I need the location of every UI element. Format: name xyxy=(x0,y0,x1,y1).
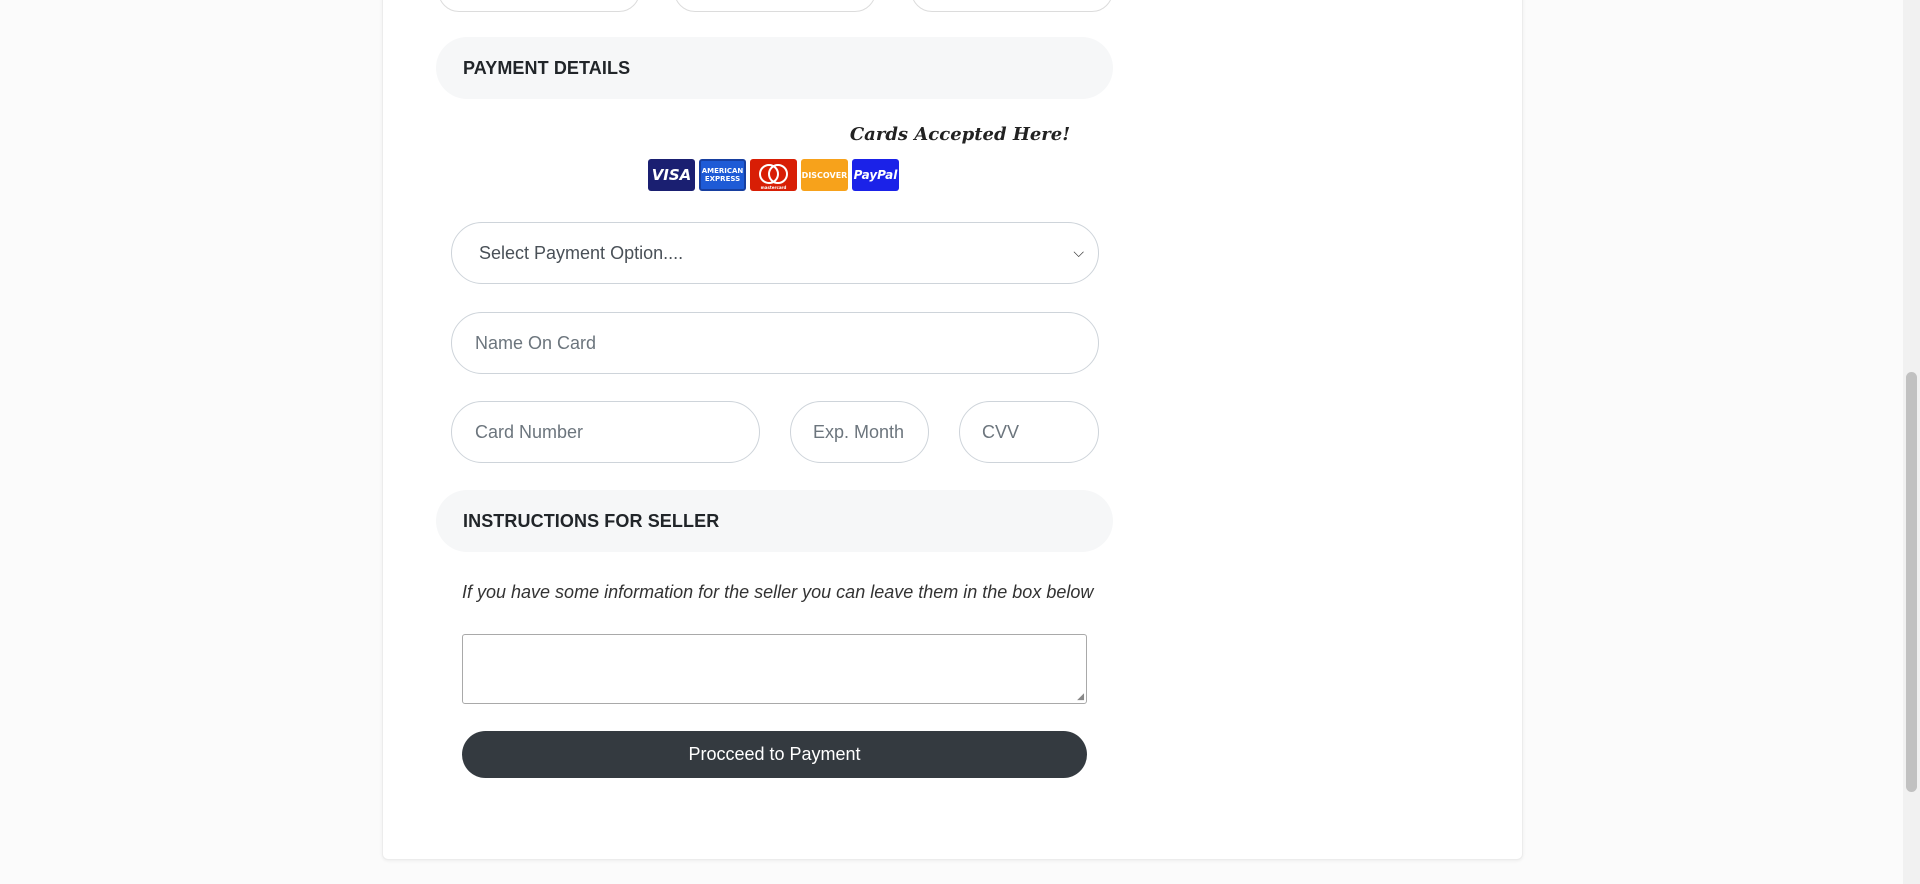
card-number-placeholder: Card Number xyxy=(475,421,584,442)
name-on-card-placeholder: Name On Card xyxy=(475,332,597,353)
proceed-to-payment-button[interactable]: Procceed to Payment xyxy=(462,731,1087,778)
seller-instructions-info: If you have some information for the sel… xyxy=(462,582,1094,602)
exp-month-input[interactable]: Exp. Month xyxy=(790,401,929,463)
mastercard-logo: mastercard xyxy=(750,159,797,191)
cards-accepted-title: Cards Accepted Here! xyxy=(849,124,1071,145)
scrollbar-thumb[interactable] xyxy=(1906,372,1917,792)
seller-instructions-textarea[interactable]: ◢ xyxy=(462,634,1087,704)
cvv-input[interactable]: CVV xyxy=(959,401,1099,463)
card-logos: VISA AMERICAN EXPRESS mastercard DISCOVE… xyxy=(648,159,899,191)
proceed-to-payment-label: Procceed to Payment xyxy=(688,744,861,764)
previous-field-3[interactable] xyxy=(911,0,1113,12)
name-on-card-input[interactable]: Name On Card xyxy=(451,312,1099,374)
previous-field-2[interactable] xyxy=(674,0,876,12)
payment-details-heading: PAYMENT DETAILS xyxy=(436,37,1113,99)
cvv-placeholder: CVV xyxy=(982,421,1020,442)
paypal-logo: PayPal xyxy=(852,159,899,191)
payment-details-heading-text: PAYMENT DETAILS xyxy=(463,57,631,78)
resize-grip-icon[interactable]: ◢ xyxy=(1077,692,1084,701)
instructions-heading: INSTRUCTIONS FOR SELLER xyxy=(436,490,1113,552)
payment-option-select[interactable]: Select Payment Option.... ⌵ xyxy=(451,222,1099,284)
payment-option-selected: Select Payment Option.... xyxy=(479,242,684,263)
amex-logo: AMERICAN EXPRESS xyxy=(699,159,746,191)
previous-field-1[interactable] xyxy=(438,0,640,12)
exp-month-placeholder: Exp. Month xyxy=(813,421,905,442)
chevron-down-icon: ⌵ xyxy=(1073,244,1084,260)
mastercard-logo-text: mastercard xyxy=(760,185,787,190)
page-scrollbar[interactable] xyxy=(1903,0,1920,884)
instructions-heading-text: INSTRUCTIONS FOR SELLER xyxy=(463,510,720,531)
visa-logo: VISA xyxy=(648,159,695,191)
discover-logo: DISCOVER xyxy=(801,159,848,191)
card-number-input[interactable]: Card Number xyxy=(451,401,760,463)
